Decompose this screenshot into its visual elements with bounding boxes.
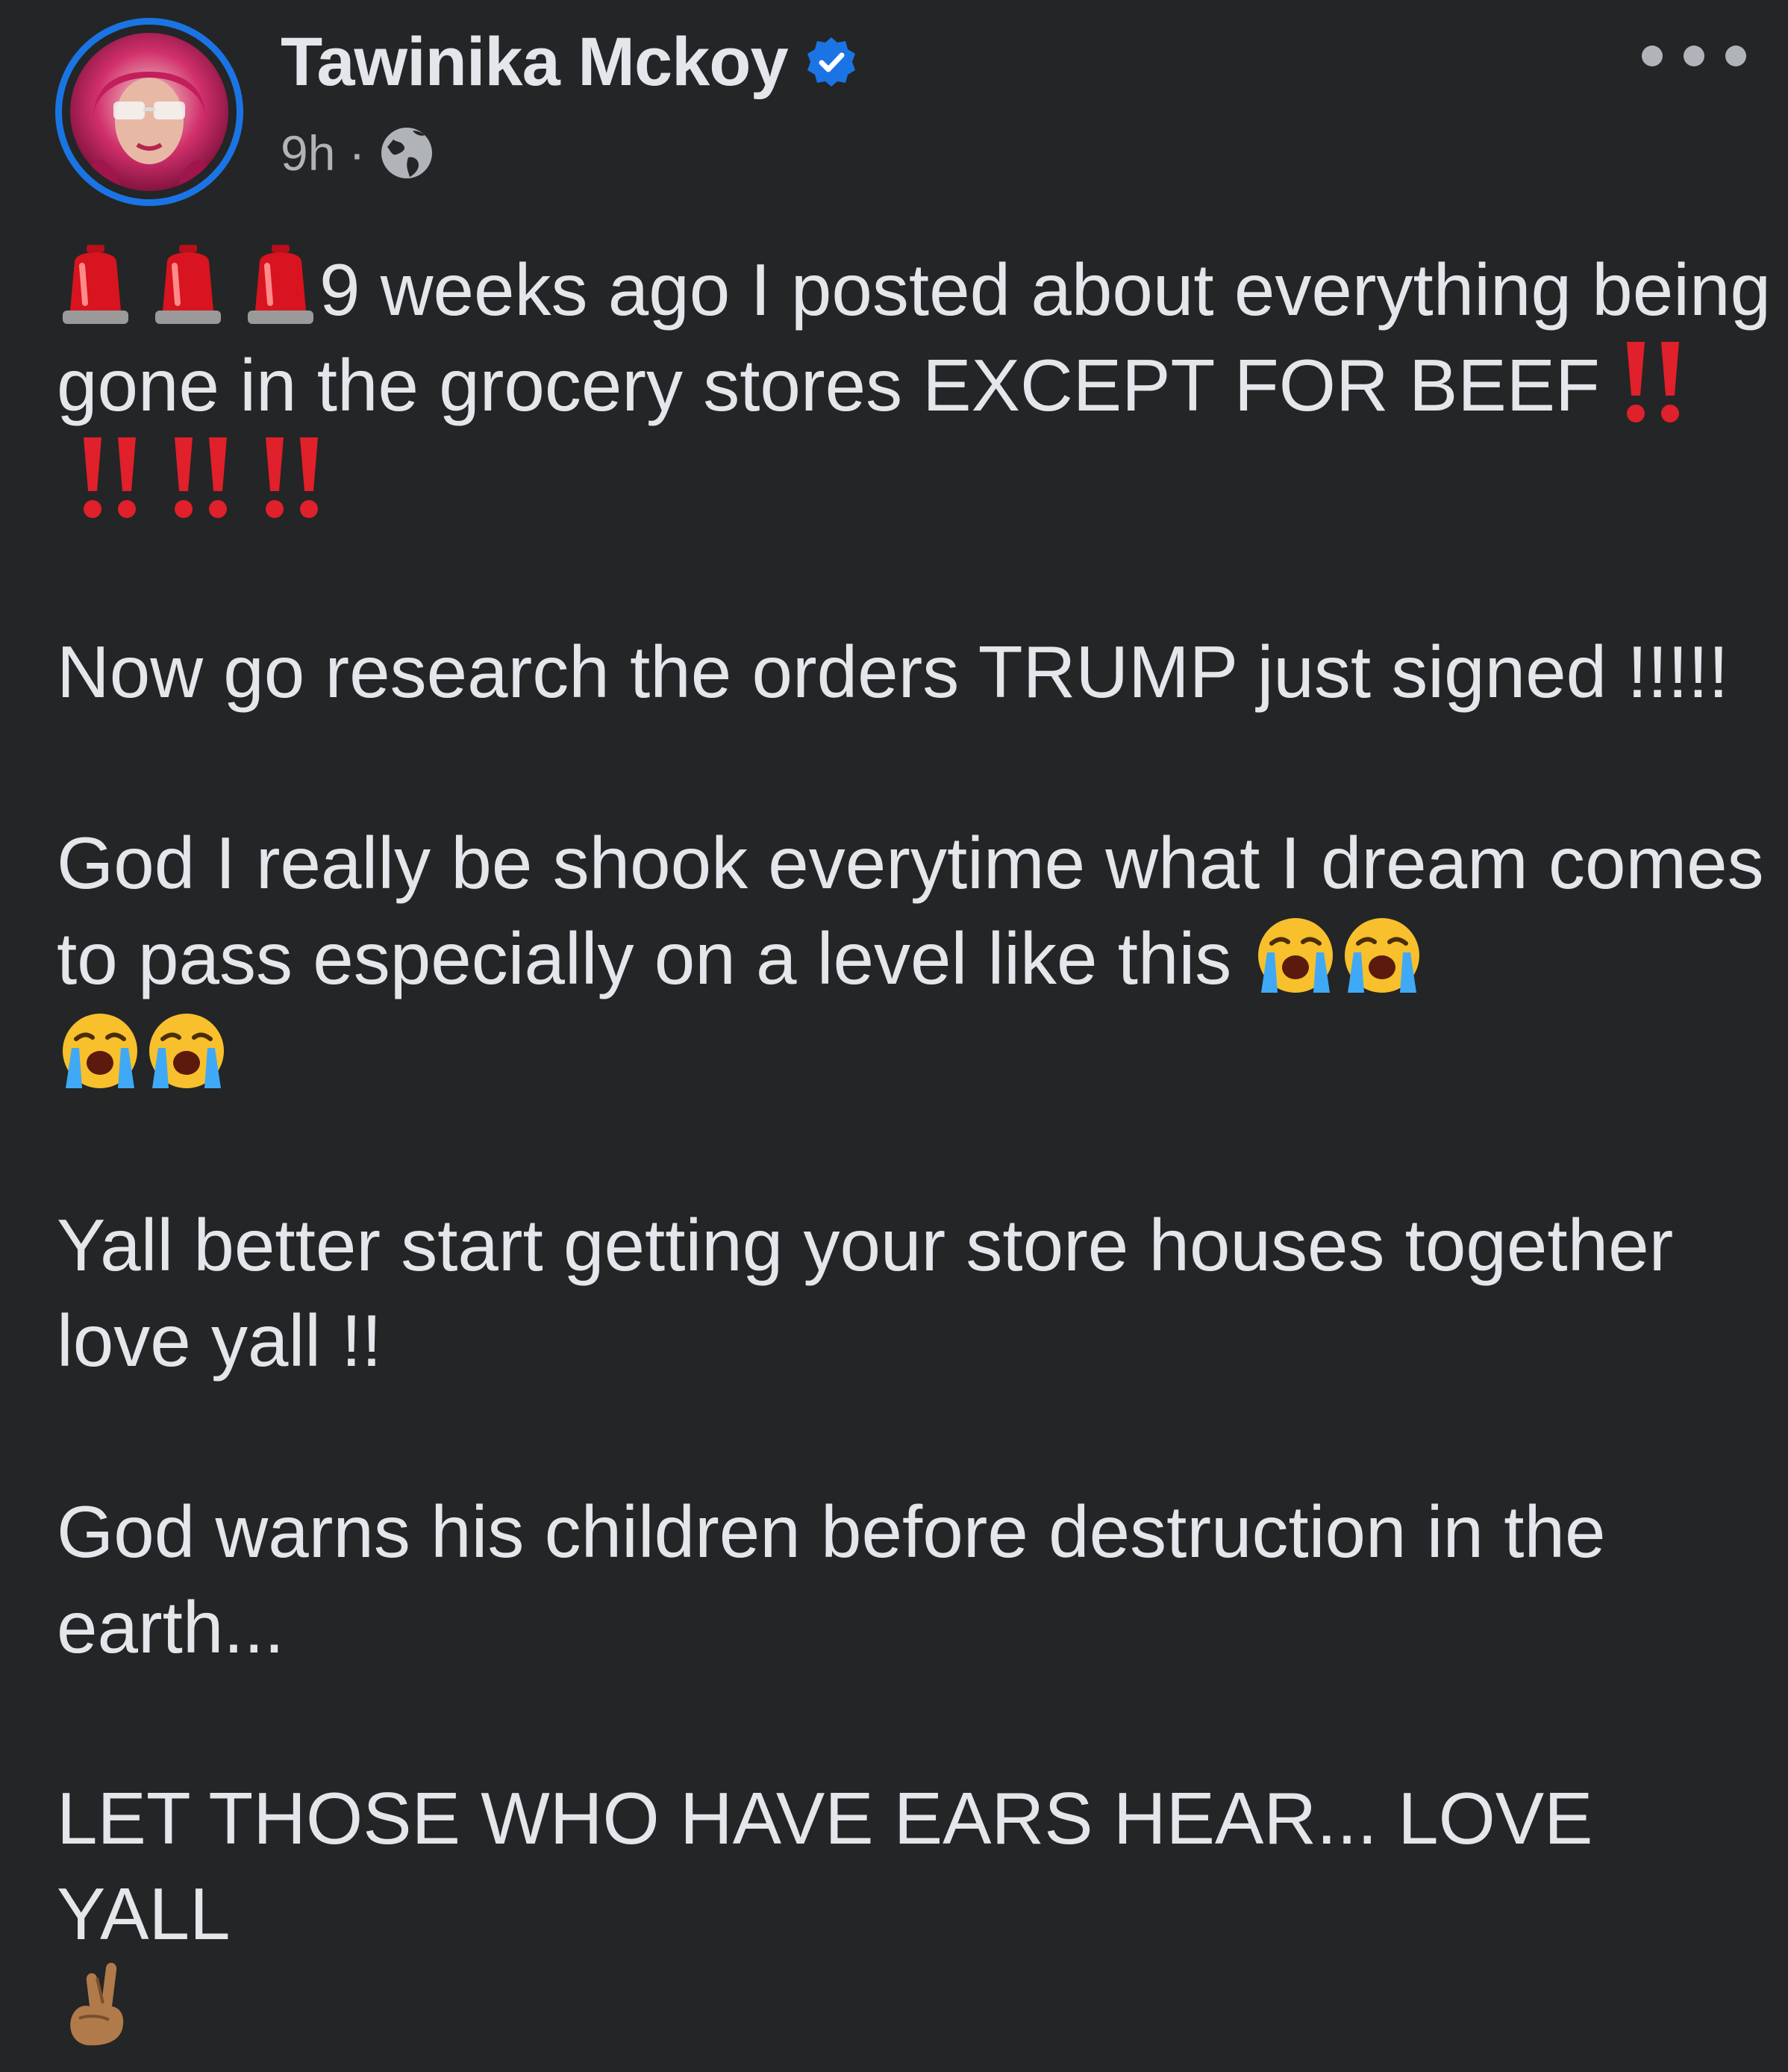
crossed-fingers-emoji	[57, 1962, 143, 2048]
double-exclamation-emoji	[72, 433, 148, 521]
author-avatar[interactable]	[55, 18, 243, 206]
facebook-post: Tawinika Mckoy 9h · 9 weeks ago I posted…	[0, 0, 1788, 2072]
police-light-emoji	[57, 239, 134, 327]
post-time[interactable]: 9h	[281, 125, 335, 181]
crying-face-emoji	[143, 1006, 230, 1093]
paragraph-text: Now go research the orders TRUMP just si…	[57, 631, 1729, 713]
more-dot	[1642, 46, 1663, 66]
double-exclamation-emoji	[254, 433, 330, 521]
crying-face-emoji	[1339, 911, 1425, 997]
more-dot	[1725, 46, 1746, 66]
post-paragraph-2: Now go research the orders TRUMP just si…	[57, 624, 1773, 720]
double-exclamation-emoji	[163, 433, 239, 521]
paragraph-text: LET THOSE WHO HAVE EARS HEAR... LOVE YAL…	[57, 1777, 1593, 1955]
post-paragraph-5: God warns his children before destructio…	[57, 1484, 1773, 1675]
post-meta: 9h ·	[281, 119, 435, 187]
post-paragraph-3: God I really be shook everytime what I d…	[57, 815, 1773, 1102]
double-exclamation-emoji	[1615, 337, 1691, 425]
post-paragraph-6: LET THOSE WHO HAVE EARS HEAR... LOVE YAL…	[57, 1770, 1773, 2057]
more-dot	[1684, 46, 1704, 66]
crying-face-emoji	[57, 1006, 143, 1093]
author-row: Tawinika Mckoy	[281, 21, 858, 103]
paragraph-text: God I really be shook everytime what I d…	[57, 822, 1784, 999]
meta-separator: ·	[348, 125, 366, 181]
globe-icon[interactable]	[378, 125, 435, 181]
crying-face-emoji	[1252, 911, 1339, 997]
verified-badge-icon	[804, 35, 858, 89]
avatar-photo	[70, 33, 228, 191]
paragraph-text: Yall better start getting your store hou…	[57, 1204, 1674, 1382]
post-body: 9 weeks ago I posted about everything be…	[57, 239, 1773, 2057]
post-paragraph-1: 9 weeks ago I posted about everything be…	[57, 239, 1773, 528]
author-name[interactable]: Tawinika Mckoy	[281, 23, 789, 102]
paragraph-text: God warns his children before destructio…	[57, 1491, 1606, 1668]
police-light-emoji	[242, 239, 319, 327]
more-options-icon[interactable]	[1642, 30, 1746, 82]
post-paragraph-4: Yall better start getting your store hou…	[57, 1197, 1773, 1388]
police-light-emoji	[149, 239, 227, 327]
